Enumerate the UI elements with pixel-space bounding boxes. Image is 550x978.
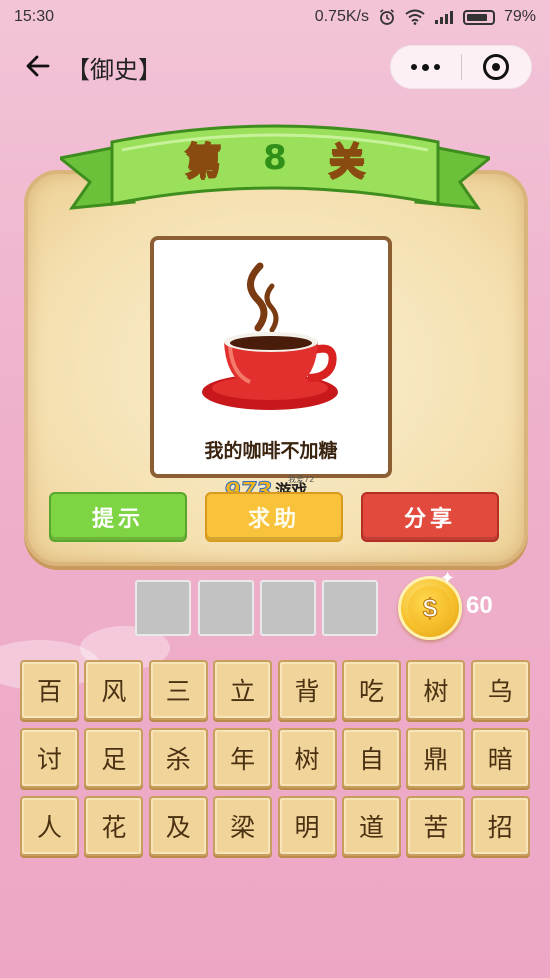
share-button[interactable]: 分享 [361,492,499,542]
puzzle-caption: 我的咖啡不加糖 [204,440,338,462]
signal-icon [434,11,453,24]
hint-button[interactable]: 提示 [49,492,187,542]
page-title: 【御史】 [66,56,162,84]
close-button[interactable] [462,45,532,89]
answer-slot[interactable] [322,580,378,636]
character-tile[interactable]: 苦 [406,796,466,856]
character-tile[interactable]: 百 [20,660,79,720]
coffee-cup-image [202,262,338,410]
help-button[interactable]: 求助 [205,492,343,542]
character-tile[interactable]: 立 [213,660,273,720]
character-tile[interactable]: 及 [148,796,208,856]
character-tile[interactable]: 杀 [148,728,208,788]
answer-slot[interactable] [260,580,316,636]
character-tile[interactable]: 明 [277,796,337,856]
back-button[interactable] [20,48,56,84]
back-arrow-icon [26,55,50,77]
alarm-icon [379,9,394,25]
character-tile[interactable]: 树 [277,728,337,788]
level-suffix: 关 [328,140,366,183]
character-grid: 百 风 三 立 背 吃 树 乌 讨 足 杀 年 树 自 鼎 暗 人 花 及 梁 … [20,660,532,856]
sparkle-icon: ✦ [440,568,456,589]
more-dots-icon [411,64,418,70]
character-tile[interactable]: 背 [277,660,337,720]
character-tile[interactable]: 招 [470,796,530,856]
status-icons: 0.75K/s 79% [315,8,536,26]
character-tile[interactable]: 道 [341,796,401,856]
character-tile[interactable]: 讨 [20,728,79,788]
character-tile[interactable]: 吃 [341,660,401,720]
status-bar: 15:30 0.75K/s 79% [0,0,550,34]
character-tile[interactable]: 鼎 [406,728,466,788]
character-tile[interactable]: 花 [84,796,144,856]
coin-symbol: $ [408,586,452,630]
character-tile[interactable]: 人 [20,796,79,856]
nav-bar: 【御史】 [0,34,550,100]
character-tile[interactable]: 梁 [213,796,273,856]
character-tile[interactable]: 风 [84,660,144,720]
level-number: 8 [263,138,287,178]
network-speed: 0.75K/s [314,8,369,25]
answer-slot[interactable] [198,580,254,636]
character-tile[interactable]: 足 [84,728,144,788]
character-tile[interactable]: 自 [341,728,401,788]
mini-program-capsule [390,45,532,89]
close-target-icon [483,54,510,80]
battery-icon [462,9,495,25]
more-button[interactable] [391,45,461,89]
coin-count: 60 [466,592,493,619]
character-tile[interactable]: 乌 [470,660,530,720]
watermark-small-text: 我爱72 [288,475,315,484]
battery-percent: 79% [503,8,536,25]
character-tile[interactable]: 年 [213,728,273,788]
character-tile[interactable]: 三 [148,660,208,720]
character-tile[interactable]: 树 [406,660,466,720]
character-tile[interactable]: 暗 [470,728,530,788]
answer-slot[interactable] [135,580,191,636]
level-title: 第 8 关 [150,128,400,188]
wifi-icon [405,9,425,25]
status-time: 15:30 [14,8,55,25]
puzzle-picture: 我的咖啡不加糖 [150,236,392,478]
level-prefix: 第 [184,140,222,183]
